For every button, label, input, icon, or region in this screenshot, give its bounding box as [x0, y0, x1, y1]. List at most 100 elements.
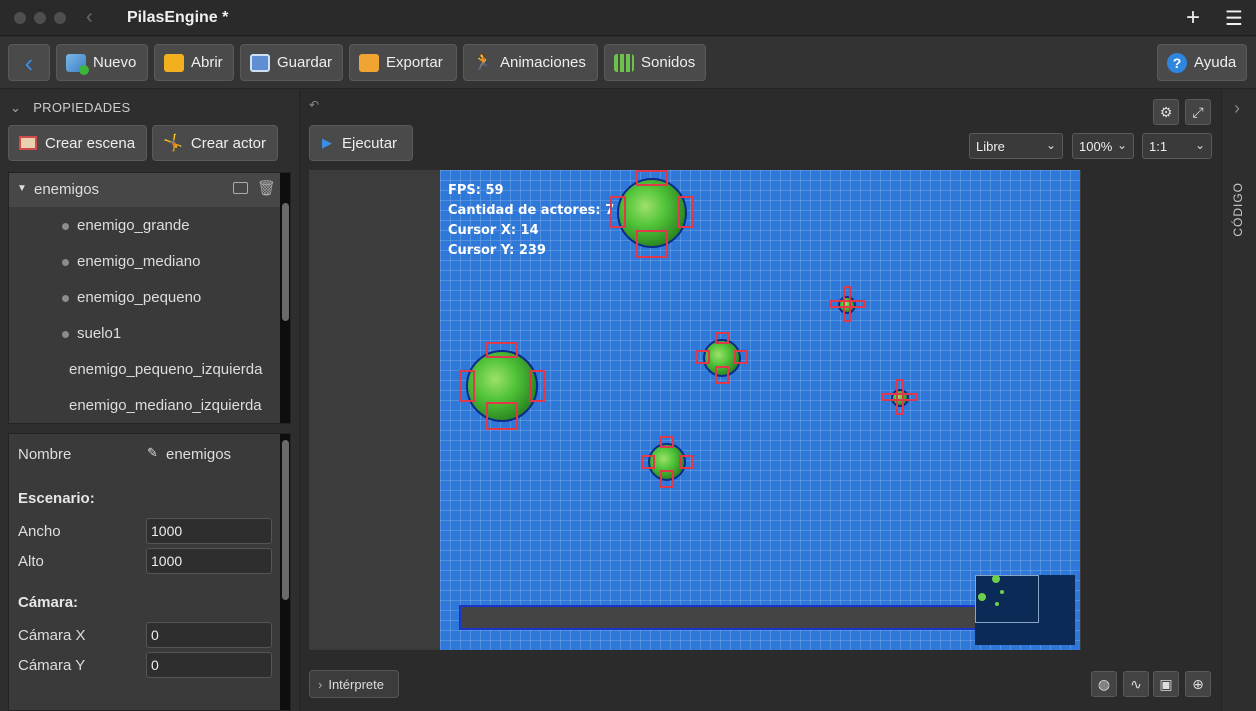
new-project-icon [66, 53, 89, 75]
crear-escena-label: Crear escena [45, 134, 136, 152]
crear-actor-label: Crear actor [190, 134, 266, 152]
exportar-label: Exportar [386, 54, 443, 71]
hitbox [636, 230, 668, 258]
properties-scrollbar[interactable] [280, 434, 290, 710]
folder-settings-icon[interactable] [233, 182, 248, 194]
zoom-select[interactable]: 100% ⌄ [1072, 133, 1134, 159]
hitbox [636, 170, 668, 186]
chevron-right-icon: › [318, 676, 323, 692]
interprete-toggle[interactable]: › Intérprete [309, 670, 399, 698]
minimap-actor [978, 593, 986, 601]
guardar-label: Guardar [277, 54, 333, 71]
tree-item-enemigo-mediano[interactable]: enemigo_mediano [77, 253, 200, 270]
hitbox [459, 370, 475, 402]
globe-icon[interactable]: ◍ [1091, 671, 1117, 697]
undo-icon[interactable]: ↶ [309, 98, 319, 112]
actor-suelo1[interactable] [459, 605, 989, 630]
nuevo-button[interactable]: Nuevo [56, 44, 148, 81]
sonidos-button[interactable]: Sonidos [604, 44, 706, 81]
hitbox [734, 350, 748, 364]
image-icon[interactable]: ▣ [1153, 671, 1179, 697]
minimize-window-button[interactable] [34, 12, 46, 24]
camara-x-field[interactable]: 0 [146, 622, 272, 648]
ayuda-button[interactable]: ? Ayuda [1157, 44, 1247, 81]
chevron-right-icon[interactable]: › [1234, 98, 1240, 119]
chevron-down-icon: ⌄ [1194, 138, 1205, 152]
scene-tree-header[interactable]: ▼ enemigos 🗑 [9, 173, 281, 207]
hitbox [829, 300, 865, 308]
folder-icon [164, 53, 184, 72]
mode-select[interactable]: Libre ⌄ [969, 133, 1063, 159]
minimap-actor [995, 602, 999, 606]
guardar-button[interactable]: Guardar [240, 44, 343, 81]
main-toolbar: ‹ Nuevo Abrir Guardar Exportar 🏃 Animaci… [0, 37, 1256, 89]
properties-form: Nombre ✎ enemigos Escenario: Ancho 1000 … [8, 433, 291, 711]
minimap-actor [1000, 590, 1004, 594]
hitbox [641, 455, 655, 469]
tree-item-enemigo-pequeno-izquierda[interactable]: enemigo_pequeno_izquierda [69, 361, 263, 378]
chevron-down-icon: ⌄ [10, 100, 22, 115]
code-panel-collapsed[interactable]: › CÓDIGO [1221, 90, 1256, 711]
back-button[interactable]: ‹ [8, 44, 50, 81]
activity-chart-icon[interactable]: ∿ [1123, 671, 1149, 697]
mode-select-value: Libre [976, 139, 1005, 154]
chevron-left-icon: ‹ [24, 47, 34, 78]
play-icon: ▶ [322, 135, 332, 150]
camara-x-label: Cámara X [18, 627, 86, 644]
new-tab-plus-icon[interactable]: + [1186, 4, 1200, 32]
hitbox [486, 342, 518, 358]
export-box-icon [359, 53, 379, 72]
tree-scrollbar-thumb[interactable] [282, 203, 289, 321]
tree-scrollbar[interactable] [280, 173, 290, 423]
hitbox [678, 196, 694, 228]
hitbox [529, 370, 545, 402]
properties-title: PROPIEDADES [33, 100, 131, 115]
bullet-icon [62, 295, 69, 302]
close-window-button[interactable] [14, 12, 26, 24]
nombre-value[interactable]: enemigos [166, 446, 231, 463]
crosshair-icon[interactable]: ⊕ [1185, 671, 1211, 697]
ratio-select[interactable]: 1:1 ⌄ [1142, 133, 1212, 159]
hud-actor-count: Cantidad de actores: 7 [448, 203, 615, 218]
tree-item-suelo1[interactable]: suelo1 [77, 325, 121, 342]
hitbox [679, 455, 693, 469]
trash-icon[interactable]: 🗑 [257, 179, 276, 197]
crear-escena-button[interactable]: Crear escena [8, 125, 147, 161]
tree-item-enemigo-grande[interactable]: enemigo_grande [77, 217, 190, 234]
scene-tree: ▼ enemigos 🗑 enemigo_grande enemigo_medi… [8, 172, 291, 424]
codigo-label: CÓDIGO [1231, 182, 1245, 237]
abrir-label: Abrir [191, 54, 223, 71]
animaciones-button[interactable]: 🏃 Animaciones [463, 44, 598, 81]
minimap-actor [992, 575, 1000, 583]
hamburger-menu-icon[interactable]: ☰ [1225, 6, 1243, 31]
ancho-field[interactable]: 1000 [146, 518, 272, 544]
back-arrow-icon[interactable]: ‹ [86, 6, 93, 29]
caret-down-icon: ▼ [17, 183, 27, 194]
crear-actor-button[interactable]: 🤸 Crear actor [152, 125, 278, 161]
camara-y-field[interactable]: 0 [146, 652, 272, 678]
alto-field[interactable]: 1000 [146, 548, 272, 574]
abrir-button[interactable]: Abrir [154, 44, 234, 81]
settings-gear-icon[interactable]: ⚙ [1153, 99, 1179, 125]
minimap[interactable] [975, 575, 1075, 645]
game-canvas[interactable]: FPS: 59 Cantidad de actores: 7 Cursor X:… [440, 170, 1080, 650]
tree-item-enemigo-pequeno[interactable]: enemigo_pequeno [77, 289, 201, 306]
fullscreen-icon[interactable]: ⤢ [1185, 99, 1211, 125]
bullet-icon [62, 223, 69, 230]
maximize-window-button[interactable] [54, 12, 66, 24]
ejecutar-button[interactable]: ▶ Ejecutar [309, 125, 413, 161]
scene-name: enemigos [34, 181, 100, 198]
pencil-icon[interactable]: ✎ [147, 445, 158, 461]
hitbox [715, 332, 729, 344]
nombre-label: Nombre [18, 446, 72, 463]
help-circle-icon: ? [1167, 52, 1187, 73]
hitbox [660, 436, 674, 448]
tree-item-enemigo-mediano-izquierda[interactable]: enemigo_mediano_izquierda [69, 397, 262, 414]
properties-section-header[interactable]: ⌄ PROPIEDADES [10, 100, 130, 116]
bullet-icon [62, 331, 69, 338]
properties-scrollbar-thumb[interactable] [282, 440, 289, 600]
exportar-button[interactable]: Exportar [349, 44, 457, 81]
alto-label: Alto [18, 553, 44, 570]
properties-panel: ⌄ PROPIEDADES Crear escena 🤸 Crear actor … [0, 90, 300, 711]
ratio-select-value: 1:1 [1149, 139, 1168, 154]
